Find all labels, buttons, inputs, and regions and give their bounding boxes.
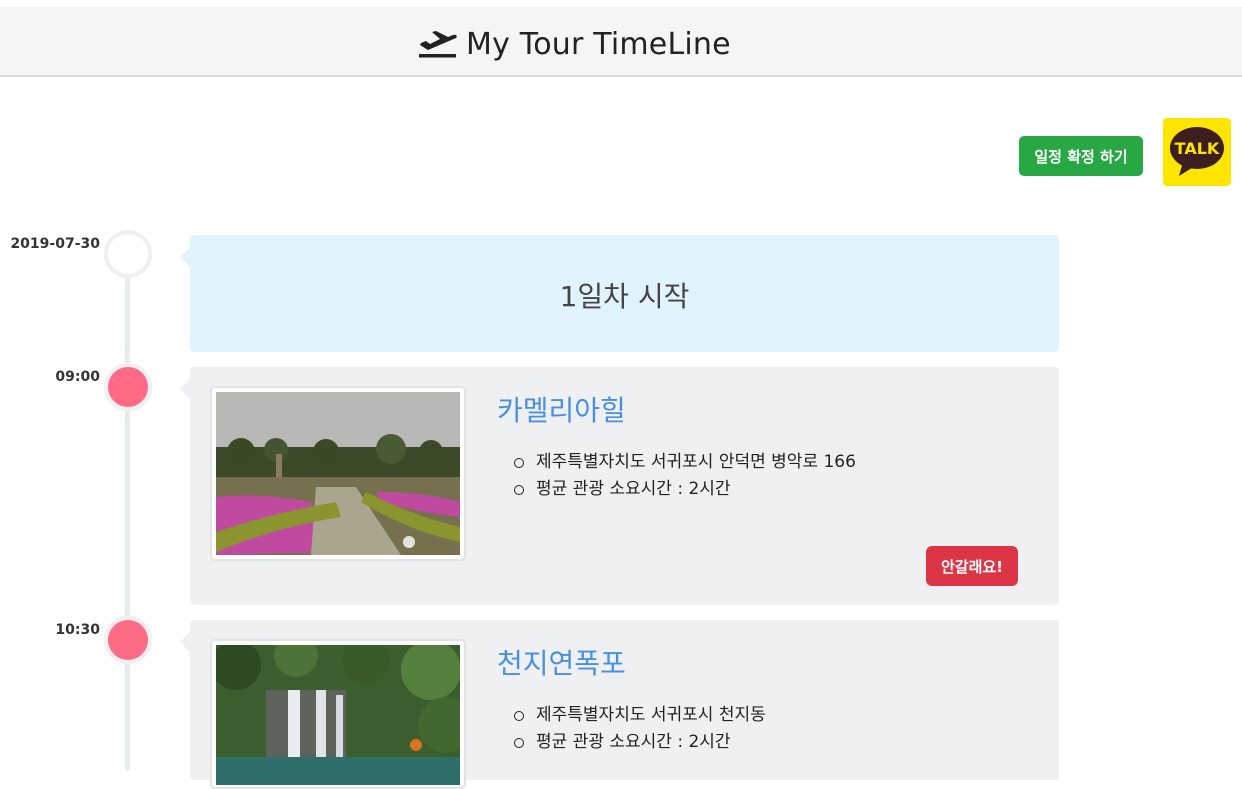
timeline-start-dot (104, 230, 152, 278)
place-info-list: 제주특별자치도 서귀포시 천지동 평균 관광 소요시간 : 2시간 (514, 702, 766, 756)
timeline-date: 2019-07-30 (10, 236, 100, 252)
timeline-dot (104, 363, 152, 411)
place-thumbnail[interactable] (210, 639, 466, 789)
kakao-talk-share-button[interactable]: TALK (1163, 118, 1231, 186)
kakao-talk-icon: TALK (1170, 127, 1224, 176)
place-duration: 평균 관광 소요시간 : 2시간 (514, 729, 766, 756)
place-address: 제주특별자치도 서귀포시 안덕면 병악로 166 (514, 449, 856, 476)
day-start-card: 1일차 시작 (180, 235, 1059, 352)
confirm-schedule-button[interactable]: 일정 확정 하기 (1019, 136, 1143, 176)
timeline-line (125, 270, 130, 770)
place-card: 카멜리아힐 제주특별자치도 서귀포시 안덕면 병악로 166 평균 관광 소요시… (180, 367, 1059, 605)
place-address: 제주특별자치도 서귀포시 천지동 (514, 702, 766, 729)
kakao-talk-label: TALK (1175, 139, 1220, 158)
timeline-time: 10:30 (55, 622, 100, 638)
cancel-visit-button[interactable]: 안갈래요! (926, 546, 1018, 586)
place-info-list: 제주특별자치도 서귀포시 안덕면 병악로 166 평균 관광 소요시간 : 2시… (514, 449, 856, 503)
place-duration: 평균 관광 소요시간 : 2시간 (514, 476, 856, 503)
place-thumbnail[interactable] (210, 386, 466, 561)
navbar: My Tour TimeLine (0, 7, 1242, 77)
place-card: 천지연폭포 제주특별자치도 서귀포시 천지동 평균 관광 소요시간 : 2시간 (180, 620, 1059, 789)
timeline-time: 09:00 (55, 369, 100, 385)
app-title: My Tour TimeLine (466, 26, 731, 62)
place-name[interactable]: 천지연폭포 (497, 642, 626, 682)
plane-departure-icon (418, 29, 458, 59)
place-name[interactable]: 카멜리아힐 (497, 389, 626, 429)
timeline-dot (104, 616, 152, 664)
brand[interactable]: My Tour TimeLine (418, 24, 731, 64)
day-start-title: 1일차 시작 (559, 280, 690, 313)
